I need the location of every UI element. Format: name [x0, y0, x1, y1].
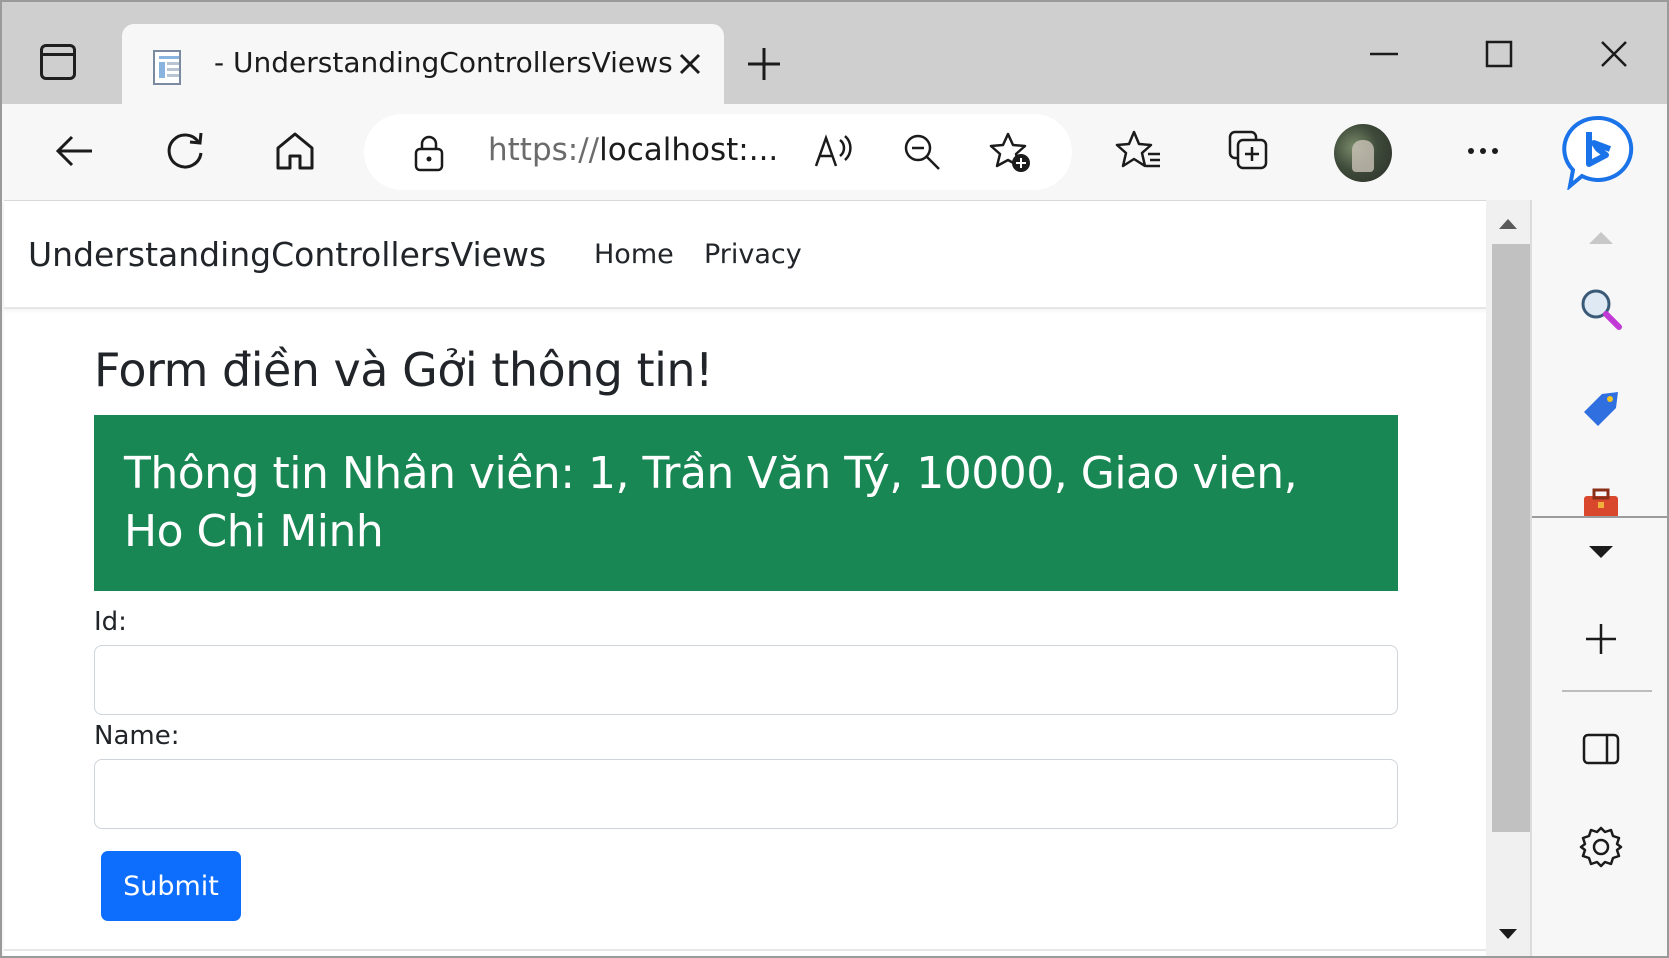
- gear-icon[interactable]: [1576, 822, 1626, 872]
- more-icon[interactable]: [1458, 126, 1508, 176]
- avatar[interactable]: [1334, 124, 1392, 182]
- scroll-up-icon[interactable]: [1496, 214, 1520, 232]
- name-field[interactable]: [94, 759, 1398, 829]
- address-bar[interactable]: https://localhost:...: [364, 114, 1072, 190]
- submit-button[interactable]: Submit: [101, 851, 241, 921]
- sidebar-separator: [1562, 690, 1652, 692]
- window-close-icon[interactable]: [1592, 32, 1636, 76]
- back-arrow-icon[interactable]: [50, 126, 100, 176]
- employee-info-alert: Thông tin Nhân viên: 1, Trần Văn Tý, 100…: [94, 415, 1398, 591]
- footer-divider: [4, 949, 1488, 951]
- name-label: Name:: [94, 721, 180, 751]
- url-text: https://localhost:...: [488, 132, 778, 168]
- favorites-icon[interactable]: [1114, 126, 1164, 176]
- maximize-icon[interactable]: [1477, 32, 1521, 76]
- close-icon[interactable]: [670, 44, 710, 84]
- collections-icon[interactable]: [1224, 126, 1274, 176]
- page-viewport: UnderstandingControllersViews Home Priva…: [4, 200, 1488, 956]
- read-aloud-icon[interactable]: [812, 130, 856, 174]
- shopping-tag-icon[interactable]: [1576, 384, 1626, 434]
- browser-window: - UnderstandingControllersViews https://…: [0, 0, 1669, 958]
- search-icon[interactable]: [1576, 284, 1626, 334]
- document-icon: [153, 50, 181, 85]
- tab-actions-icon[interactable]: [40, 44, 76, 80]
- edge-sidebar: [1530, 200, 1667, 956]
- site-brand[interactable]: UnderstandingControllersViews: [28, 235, 546, 274]
- nav-link-home[interactable]: Home: [594, 239, 674, 270]
- url-protocol: https://: [488, 132, 600, 168]
- zoom-out-icon[interactable]: [900, 130, 944, 174]
- toolbar: https://localhost:...: [2, 104, 1667, 200]
- tab-bar: - UnderstandingControllersViews: [2, 2, 1667, 104]
- page-title: Form điền và Gởi thông tin!: [94, 343, 714, 397]
- page-scrollbar[interactable]: [1486, 200, 1530, 956]
- id-label: Id:: [94, 607, 127, 637]
- bing-chat-icon[interactable]: [1560, 114, 1636, 190]
- sidebar-scroll-up-icon[interactable]: [1576, 214, 1626, 264]
- plus-icon[interactable]: [744, 44, 784, 84]
- scroll-thumb[interactable]: [1492, 244, 1530, 832]
- nav-link-privacy[interactable]: Privacy: [704, 239, 802, 270]
- site-navbar: UnderstandingControllersViews Home Priva…: [4, 201, 1488, 309]
- tab-title: - UnderstandingControllersViews: [214, 46, 673, 79]
- lock-icon[interactable]: [410, 133, 448, 173]
- id-field[interactable]: [94, 645, 1398, 715]
- active-tab[interactable]: - UnderstandingControllersViews: [122, 24, 724, 104]
- sidebar-divider: [1532, 516, 1667, 518]
- scroll-down-icon[interactable]: [1496, 926, 1520, 944]
- add-favorite-icon[interactable]: [988, 130, 1032, 174]
- minimize-icon[interactable]: [1362, 32, 1406, 76]
- refresh-icon[interactable]: [160, 126, 210, 176]
- add-sidebar-app-icon[interactable]: [1576, 614, 1626, 664]
- url-host: localhost:...: [599, 132, 779, 168]
- sidebar-scroll-down-icon[interactable]: [1576, 526, 1626, 576]
- sidebar-panel-icon[interactable]: [1576, 724, 1626, 774]
- home-icon[interactable]: [270, 126, 320, 176]
